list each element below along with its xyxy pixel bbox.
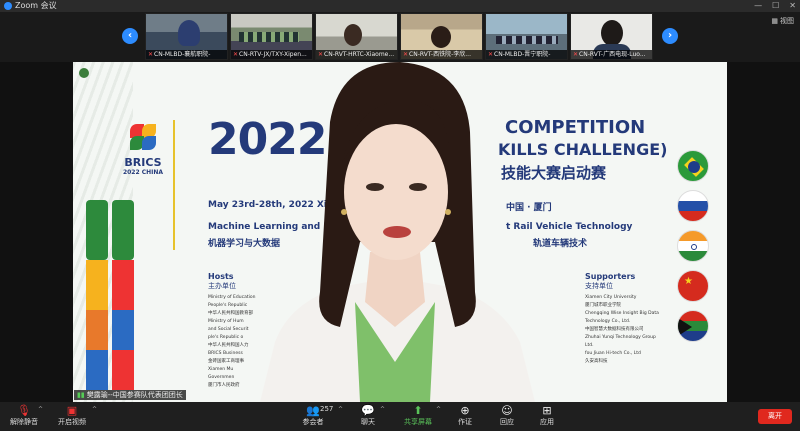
audio-options-chevron-icon[interactable]: ^ <box>38 406 43 413</box>
supporter-item: Xiamen City University <box>585 295 637 300</box>
divider <box>173 120 175 250</box>
big-brics-letters <box>78 200 158 390</box>
supporter-item: Chengqing Wise Insight Big Data <box>585 311 659 316</box>
meeting-toolbar: 🎙 解除静音 ^ ▣ 开启视频 ^ 👥 参会者 257 ^ 💬 聊天 ^ ⬆ 共… <box>0 402 800 431</box>
supporter-item: 厦门城市职业学院 <box>585 303 621 308</box>
speaker-video <box>220 62 570 402</box>
supporter-item: Ltd. <box>585 343 594 348</box>
video-tile[interactable]: ✕CN-MLBD-襄航职院- <box>145 13 228 60</box>
apps-button[interactable]: ⊞ 应用 <box>534 404 560 427</box>
chat-button[interactable]: 💬 聊天 <box>354 404 382 427</box>
reactions-button[interactable]: ⊕ 作证 <box>452 404 478 427</box>
video-tile[interactable]: ✕CN-RVT-HRTC-Xiaome... <box>315 13 398 60</box>
shield-icon <box>79 68 89 78</box>
share-screen-icon: ⬆ <box>413 404 423 417</box>
maximize-icon[interactable]: ☐ <box>772 0 779 12</box>
tile-label: ✕CN-RVT-广西电现-Luo... <box>571 50 652 59</box>
tile-label: ✕CN-MLBD-晋宁职院- <box>486 50 567 59</box>
apps-icon: ⊞ <box>542 404 552 417</box>
russia-flag-icon <box>677 190 709 222</box>
globe-icon: ⊕ <box>460 404 470 417</box>
close-icon[interactable]: ✕ <box>789 0 796 12</box>
brics-logo-sub: 2022 CHINA <box>122 169 164 176</box>
tile-label: ✕CN-RVT-西铁院-李欣... <box>401 50 482 59</box>
muted-mic-icon: ✕ <box>403 51 409 58</box>
window-controls: — ☐ ✕ <box>754 0 796 12</box>
gallery-next-button[interactable]: › <box>662 28 678 44</box>
tile-label: ✕CN-RVT-HRTC-Xiaome... <box>316 50 397 59</box>
muted-mic-icon: ✕ <box>488 51 494 58</box>
supporter-item: fou Jiuan Hi-tech Co., Ltd <box>585 351 641 356</box>
china-flag-icon: ★ <box>677 270 709 302</box>
active-speaker-view: BRICS 2022 CHINA 2022 COMPETITION KILLS … <box>0 62 800 402</box>
participants-count: 257 <box>320 405 334 413</box>
video-options-chevron-icon[interactable]: ^ <box>92 406 97 413</box>
respond-button[interactable]: ☺ 回应 <box>494 404 520 427</box>
speaker-name-tag: ▮▮ 樊露瑜--中国参赛队代表团团长 <box>74 390 186 400</box>
emoji-icon: ☺ <box>501 404 513 417</box>
muted-mic-icon: 🎙 <box>17 404 31 417</box>
supporters-title: Supporters <box>585 272 636 281</box>
south-africa-flag-icon <box>677 310 709 342</box>
india-flag-icon <box>677 230 709 262</box>
participant-gallery: ‹ ✕CN-MLBD-襄航职院- ✕CN-RTV-JX/TXY-Xipen...… <box>0 12 800 62</box>
muted-mic-icon: ✕ <box>148 51 154 58</box>
share-chevron-icon[interactable]: ^ <box>436 406 441 413</box>
supporters-title-cn: 支持单位 <box>585 282 613 290</box>
unmute-button[interactable]: 🎙 解除静音 <box>8 404 40 427</box>
share-screen-button[interactable]: ⬆ 共享屏幕 <box>400 404 436 427</box>
muted-mic-icon: ✕ <box>573 51 579 58</box>
video-tiles: ✕CN-MLBD-襄航职院- ✕CN-RTV-JX/TXY-Xipen... ✕… <box>145 13 653 60</box>
muted-mic-icon: ✕ <box>318 51 324 58</box>
start-video-button[interactable]: ▣ 开启视频 <box>56 404 88 427</box>
leave-button[interactable]: 离开 <box>758 409 792 424</box>
participants-chevron-icon[interactable]: ^ <box>338 406 343 413</box>
video-tile[interactable]: ✕CN-RVT-广西电现-Luo... <box>570 13 653 60</box>
tile-label: ✕CN-MLBD-襄航职院- <box>146 50 227 59</box>
supporter-item: 中国智慧大数据科技有限公司 <box>585 327 644 332</box>
gallery-prev-button[interactable]: ‹ <box>122 28 138 44</box>
brics-logo-text: BRICS <box>124 156 162 169</box>
slide-supporters: Supporters 支持单位 Xiamen City University 厦… <box>585 272 685 367</box>
brics-logo: BRICS 2022 CHINA <box>103 122 183 176</box>
speaker-silhouette <box>260 62 535 402</box>
zoom-logo-icon <box>4 2 12 10</box>
video-tile[interactable]: ✕CN-RVT-西铁院-李欣... <box>400 13 483 60</box>
country-flags: ★ <box>677 150 709 342</box>
supporter-item: 久安高科技 <box>585 359 608 364</box>
video-tile[interactable]: ✕CN-MLBD-晋宁职院- <box>485 13 568 60</box>
supporter-item: Zhuhai Yunqi Technology Group <box>585 335 656 340</box>
window-titlebar: Zoom 会议 — ☐ ✕ <box>0 0 800 12</box>
tile-label: ✕CN-RTV-JX/TXY-Xipen... <box>231 50 312 59</box>
chat-chevron-icon[interactable]: ^ <box>380 406 385 413</box>
minimize-icon[interactable]: — <box>754 0 762 12</box>
chat-icon: 💬 <box>361 404 375 417</box>
view-button[interactable]: ▦ 视图 <box>771 16 794 26</box>
brics-emblem-icon <box>128 122 158 152</box>
muted-mic-icon: ✕ <box>233 51 239 58</box>
grid-icon: ▦ <box>771 17 778 25</box>
window-title: Zoom 会议 <box>15 1 57 10</box>
video-off-icon: ▣ <box>66 404 78 417</box>
video-tile[interactable]: ✕CN-RTV-JX/TXY-Xipen... <box>230 13 313 60</box>
supporter-item: Technology Co., Ltd. <box>585 319 631 324</box>
signal-icon: ▮▮ <box>77 391 85 399</box>
brazil-flag-icon <box>677 150 709 182</box>
